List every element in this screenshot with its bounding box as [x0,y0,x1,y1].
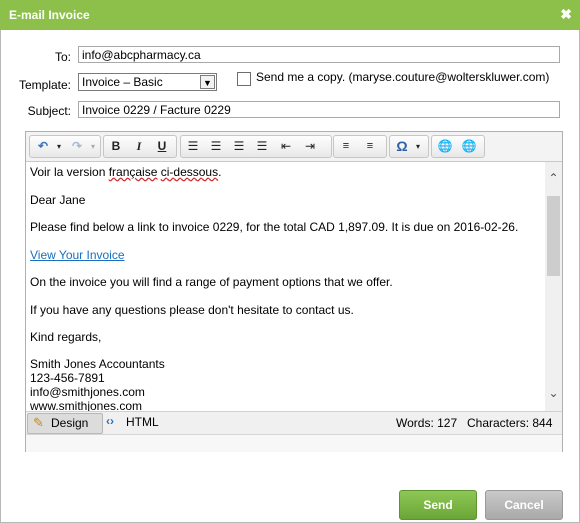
design-tab-label: Design [51,416,89,430]
template-select[interactable]: Invoice – Basic ▼ [78,73,217,91]
chevron-down-icon[interactable]: ▾ [409,138,427,155]
html-tab-label: HTML [126,415,159,429]
bullet-list-icon[interactable]: ≡ [361,138,379,155]
design-tab[interactable]: ✎ Design [27,413,103,434]
view-invoice-link[interactable]: View Your Invoice [30,248,125,262]
code-icon: ‹› [106,414,114,428]
history-group: ↶ ▾ ↷ ▾ [29,135,101,158]
status-bar [26,434,562,452]
french-text-b: française [108,165,158,179]
link-group: 🌐 🌐 [431,135,485,158]
send-button[interactable]: Send [399,490,477,520]
signature-website: www.smithjones.com [30,399,143,411]
signature-phone: 123-456-7891 [30,371,105,385]
send-copy-label: Send me a copy. (maryse.couture@woltersk… [256,70,550,84]
to-field[interactable]: info@abcpharmacy.ca [78,46,560,63]
chevron-up-icon[interactable]: ⌃ [545,171,562,185]
unlink-icon[interactable]: 🌐 [460,138,478,155]
chevron-down-icon[interactable]: ▾ [84,138,102,155]
editor-content[interactable]: Voir la version française ci-dessous. De… [26,162,548,411]
outdent-icon[interactable]: ⇤ [277,138,295,155]
word-count: Words: 127 [396,416,458,430]
questions-paragraph: If you have any questions please don't h… [30,303,354,317]
indent-icon[interactable]: ⇥ [301,138,319,155]
template-label: Template: [18,78,71,92]
close-icon[interactable]: ✖ [560,6,572,23]
subject-field[interactable]: Invoice 0229 / Facture 0229 [78,101,560,118]
link-icon[interactable]: 🌐 [436,138,454,155]
align-center-icon[interactable]: ☰ [207,138,225,155]
char-count: Characters: 844 [467,416,553,430]
signature-email: info@smithjones.com [30,385,145,399]
french-text-e: . [218,165,222,179]
editor-toolbar: ↶ ▾ ↷ ▾ B I U ☰ ☰ ☰ ☰ ⇤ ⇥ ≡ ≡ Ω ▾ 🌐 🌐 [26,132,562,162]
window-title: E-mail Invoice [9,8,90,22]
payment-paragraph: On the invoice you will find a range of … [30,275,393,289]
pencil-icon: ✎ [33,415,44,430]
align-right-icon[interactable]: ☰ [230,138,248,155]
to-label: To: [54,50,71,64]
html-tab[interactable]: ‹› HTML [106,413,166,432]
scrollbar-thumb[interactable] [547,196,560,276]
bold-icon[interactable]: B [107,138,125,155]
greeting: Dear Jane [30,193,86,207]
align-left-icon[interactable]: ☰ [184,138,202,155]
underline-icon[interactable]: U [153,138,171,155]
mode-bar: ✎ Design ‹› HTML Words: 127 Characters: … [26,411,562,434]
french-version-line: Voir la version française ci-dessous. [30,165,221,179]
list-group: ≡ ≡ [333,135,387,158]
format-group: B I U [103,135,177,158]
cancel-button[interactable]: Cancel [485,490,563,520]
align-group: ☰ ☰ ☰ ☰ ⇤ ⇥ [180,135,332,158]
signature-name: Smith Jones Accountants [30,357,165,371]
template-selected: Invoice – Basic [82,75,163,89]
editor-scrollbar[interactable]: ⌃ ⌄ [545,162,562,411]
special-group: Ω ▾ [389,135,429,158]
invoice-paragraph: Please find below a link to invoice 0229… [30,220,519,234]
title-bar: E-mail Invoice ✖ [0,0,580,30]
french-text-d: ci-dessous [160,165,219,179]
rich-text-editor: ↶ ▾ ↷ ▾ B I U ☰ ☰ ☰ ☰ ⇤ ⇥ ≡ ≡ Ω ▾ 🌐 🌐 Vo… [25,131,563,452]
closing: Kind regards, [30,330,102,344]
italic-icon[interactable]: I [130,138,148,155]
chevron-down-icon[interactable]: ▾ [50,138,68,155]
dialog-body: To: info@abcpharmacy.ca Template: Invoic… [0,30,580,523]
french-text-a: Voir la version [30,165,109,179]
chevron-down-icon[interactable]: ⌄ [545,386,562,400]
chevron-down-icon: ▼ [200,75,215,89]
align-justify-icon[interactable]: ☰ [253,138,271,155]
subject-label: Subject: [27,104,71,118]
numbered-list-icon[interactable]: ≡ [337,138,355,155]
send-copy-checkbox[interactable] [237,72,251,86]
